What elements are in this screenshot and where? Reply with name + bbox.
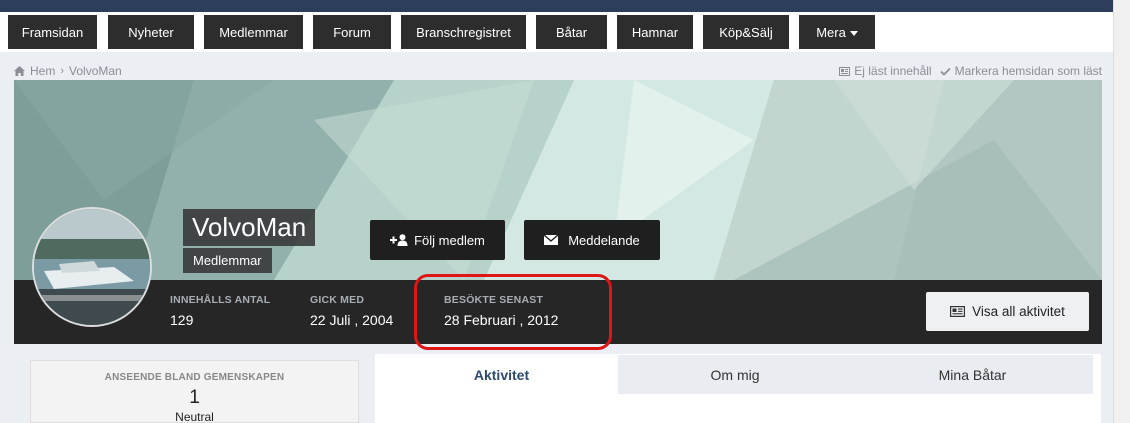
nav-item-hamnar[interactable]: Hamnar: [617, 15, 693, 49]
member-group: Medlemmar: [183, 248, 272, 273]
breadcrumb-home[interactable]: Hem: [30, 64, 55, 78]
check-icon: [939, 67, 951, 76]
profile-tabs: Aktivitet Om mig Mina Båtar: [375, 354, 1101, 423]
view-all-activity-button[interactable]: Visa all aktivitet: [926, 292, 1089, 331]
reputation-panel: ANSEENDE BLAND GEMENSKAPEN 1 Neutral: [30, 360, 359, 423]
avatar-photo: [34, 209, 150, 325]
stat-content-count: INNEHÅLLS ANTAL 129: [170, 294, 271, 328]
nav-item-framsidan[interactable]: Framsidan: [8, 15, 97, 49]
page-scrollbar[interactable]: [1113, 0, 1130, 423]
breadcrumb-actions: Ej läst innehåll Markera hemsidan som lä…: [839, 64, 1102, 78]
unread-content-link[interactable]: Ej läst innehåll: [839, 64, 932, 78]
profile-name: VolvoMan: [183, 209, 316, 246]
tab-activity[interactable]: Aktivitet: [385, 355, 618, 394]
breadcrumb-bar: Hem › VolvoMan Ej läst innehåll Markera …: [0, 60, 1113, 80]
caret-down-icon: [849, 30, 858, 36]
chevron-right-icon: ›: [60, 65, 65, 77]
top-strip: [0, 0, 1113, 12]
avatar[interactable]: [32, 207, 152, 327]
reputation-level: Neutral: [175, 410, 214, 423]
main-navigation: Framsidan Nyheter Medlemmar Forum Bransc…: [0, 12, 1113, 52]
reputation-value: 1: [189, 387, 200, 408]
nav-item-kop-salj[interactable]: Köp&Sälj: [703, 15, 789, 49]
nav-item-nyheter[interactable]: Nyheter: [108, 15, 194, 49]
tab-about-me[interactable]: Om mig: [618, 355, 852, 394]
newspaper-icon: [950, 306, 966, 317]
user-plus-icon: [390, 234, 408, 246]
tab-my-boats[interactable]: Mina Båtar: [852, 355, 1093, 394]
nav-item-branschregistret[interactable]: Branschregistret: [401, 15, 526, 49]
mark-site-read-link[interactable]: Markera hemsidan som läst: [939, 64, 1102, 78]
nav-item-forum[interactable]: Forum: [313, 15, 391, 49]
newspaper-icon: [839, 66, 851, 76]
breadcrumb: Hem › VolvoMan: [14, 64, 122, 78]
home-icon: [14, 66, 25, 76]
message-button[interactable]: Meddelande: [524, 220, 660, 260]
envelope-icon: [544, 235, 559, 245]
nav-item-mera[interactable]: Mera: [799, 15, 875, 49]
stat-joined: GICK MED 22 Juli , 2004: [310, 294, 394, 328]
follow-member-button[interactable]: Följ medlem: [370, 220, 505, 260]
breadcrumb-current: VolvoMan: [69, 64, 122, 78]
nav-item-medlemmar[interactable]: Medlemmar: [204, 15, 303, 49]
stat-last-visited: BESÖKTE SENAST 28 Februari , 2012: [444, 294, 559, 328]
nav-item-batar[interactable]: Båtar: [536, 15, 607, 49]
